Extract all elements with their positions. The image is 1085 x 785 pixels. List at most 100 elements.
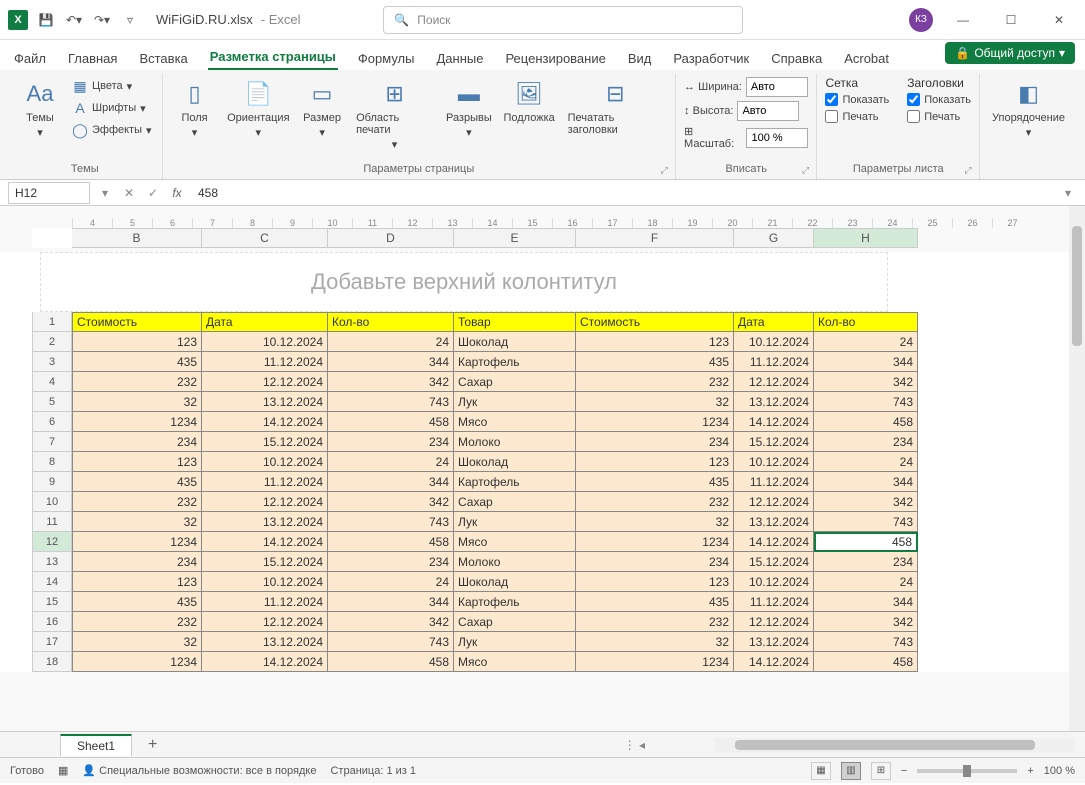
pagesetup-launcher[interactable]: ⤢ (659, 165, 669, 175)
col-header-H[interactable]: H (814, 228, 918, 248)
formula-value[interactable]: 458 (192, 186, 1053, 200)
cell[interactable]: 10.12.2024 (202, 332, 328, 352)
cell[interactable]: Лук (454, 632, 576, 652)
cell[interactable]: 10.12.2024 (202, 452, 328, 472)
cell[interactable]: 234 (814, 432, 918, 452)
size-button[interactable]: ▭Размер▾ (298, 76, 346, 141)
fit-launcher[interactable]: ⤢ (800, 165, 810, 175)
cell[interactable]: 435 (72, 592, 202, 612)
cell[interactable]: Сахар (454, 372, 576, 392)
tab-review[interactable]: Рецензирование (503, 47, 607, 70)
cell[interactable]: 234 (328, 552, 454, 572)
row-header-16[interactable]: 16 (32, 612, 72, 632)
cell[interactable]: 435 (576, 352, 734, 372)
cell[interactable]: 32 (576, 512, 734, 532)
cell[interactable]: 458 (814, 532, 918, 552)
cell[interactable]: 11.12.2024 (734, 472, 814, 492)
cell[interactable]: 435 (72, 352, 202, 372)
cell[interactable]: 232 (72, 492, 202, 512)
cell[interactable]: 123 (576, 572, 734, 592)
scale-input[interactable] (746, 128, 808, 148)
tab-insert[interactable]: Вставка (137, 47, 189, 70)
row-header-17[interactable]: 17 (32, 632, 72, 652)
undo-icon[interactable]: ↶▾ (64, 10, 84, 30)
cell[interactable]: 14.12.2024 (734, 412, 814, 432)
width-input[interactable] (746, 77, 808, 97)
redo-icon[interactable]: ↷▾ (92, 10, 112, 30)
cell[interactable]: 743 (814, 632, 918, 652)
cell[interactable]: 342 (814, 612, 918, 632)
headings-print-checkbox[interactable]: Печать (907, 109, 971, 124)
themes-button[interactable]: AаТемы▾ (16, 76, 64, 141)
cell[interactable]: 234 (576, 432, 734, 452)
printtitles-button[interactable]: ⊟Печатать заголовки (564, 76, 667, 138)
row-header-8[interactable]: 8 (32, 452, 72, 472)
cell[interactable]: 458 (328, 412, 454, 432)
cell[interactable]: 344 (328, 472, 454, 492)
cell[interactable]: 11.12.2024 (202, 472, 328, 492)
cell[interactable]: 743 (328, 512, 454, 532)
cell[interactable]: 11.12.2024 (202, 352, 328, 372)
cell[interactable]: 342 (814, 492, 918, 512)
cell[interactable]: 13.12.2024 (734, 392, 814, 412)
cell[interactable]: 344 (328, 352, 454, 372)
header-placeholder[interactable]: Добавьте верхний колонтитул (40, 252, 888, 312)
gridlines-print-checkbox[interactable]: Печать (825, 109, 889, 124)
cell[interactable]: 232 (576, 612, 734, 632)
table-header[interactable]: Дата (202, 312, 328, 332)
cell[interactable]: 232 (576, 372, 734, 392)
col-header-B[interactable]: B (72, 228, 202, 248)
tab-developer[interactable]: Разработчик (671, 47, 751, 70)
vertical-scrollbar[interactable] (1069, 206, 1085, 731)
row-header-11[interactable]: 11 (32, 512, 72, 532)
row-header-12[interactable]: 12 (32, 532, 72, 552)
fx-icon[interactable]: fx (168, 186, 186, 200)
cell[interactable]: 234 (576, 552, 734, 572)
cell[interactable]: 11.12.2024 (734, 592, 814, 612)
table-header[interactable]: Стоимость (72, 312, 202, 332)
tab-home[interactable]: Главная (66, 47, 119, 70)
horizontal-scrollbar[interactable] (715, 738, 1075, 752)
view-pagelayout[interactable]: ▥ (841, 762, 861, 780)
zoom-slider[interactable] (917, 769, 1017, 773)
cell[interactable]: 10.12.2024 (734, 452, 814, 472)
background-button[interactable]: 🖼Подложка (501, 76, 558, 126)
cell[interactable]: 14.12.2024 (734, 652, 814, 672)
cancel-icon[interactable]: ✕ (120, 186, 138, 200)
avatar[interactable]: КЗ (909, 8, 933, 32)
zoom-value[interactable]: 100 % (1044, 765, 1075, 777)
cell[interactable]: 1234 (576, 652, 734, 672)
col-header-C[interactable]: C (202, 228, 328, 248)
gridlines-show-checkbox[interactable]: Показать (825, 92, 889, 107)
colors-button[interactable]: ▦Цвета▾ (70, 76, 154, 96)
tab-file[interactable]: Файл (12, 47, 48, 70)
cell[interactable]: 234 (328, 432, 454, 452)
tab-acrobat[interactable]: Acrobat (842, 47, 891, 70)
cell[interactable]: 10.12.2024 (734, 332, 814, 352)
cell[interactable]: 344 (328, 592, 454, 612)
cell[interactable]: 344 (814, 472, 918, 492)
row-header-18[interactable]: 18 (32, 652, 72, 672)
height-input[interactable] (737, 101, 799, 121)
cell[interactable]: Сахар (454, 492, 576, 512)
cell[interactable]: 234 (72, 552, 202, 572)
cell[interactable]: 435 (576, 592, 734, 612)
row-header-13[interactable]: 13 (32, 552, 72, 572)
row-header-14[interactable]: 14 (32, 572, 72, 592)
cell[interactable]: 743 (814, 512, 918, 532)
row-header-10[interactable]: 10 (32, 492, 72, 512)
cell[interactable]: 458 (814, 412, 918, 432)
cell[interactable]: 232 (576, 492, 734, 512)
enter-icon[interactable]: ✓ (144, 186, 162, 200)
cell[interactable]: 458 (328, 652, 454, 672)
tab-help[interactable]: Справка (769, 47, 824, 70)
cell[interactable]: Картофель (454, 592, 576, 612)
namebox[interactable]: H12 (8, 182, 90, 204)
table-header[interactable]: Товар (454, 312, 576, 332)
cell[interactable]: 1234 (576, 412, 734, 432)
col-header-D[interactable]: D (328, 228, 454, 248)
cell[interactable]: Сахар (454, 612, 576, 632)
row-header-7[interactable]: 7 (32, 432, 72, 452)
cell[interactable]: 344 (814, 592, 918, 612)
cell[interactable]: 15.12.2024 (734, 552, 814, 572)
